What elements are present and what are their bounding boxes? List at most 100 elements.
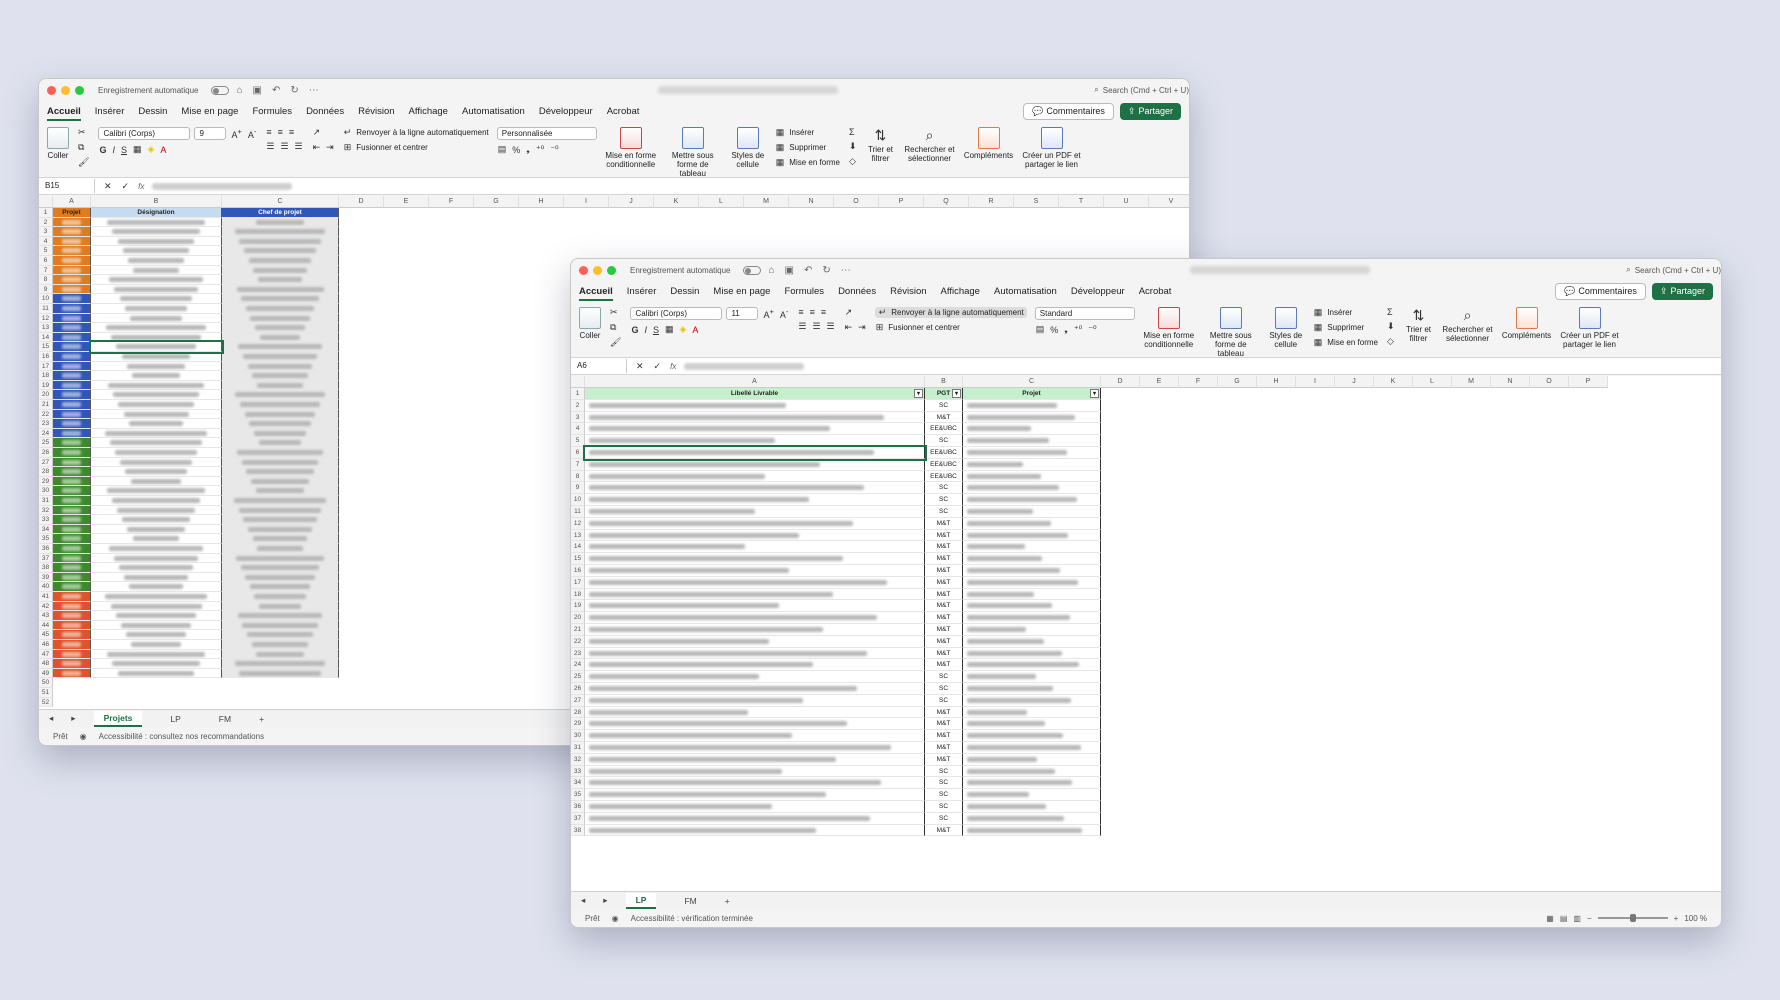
table-cell[interactable]	[585, 765, 925, 778]
table-cell[interactable]	[91, 352, 222, 362]
table-cell[interactable]	[53, 428, 91, 439]
table-cell[interactable]	[222, 649, 339, 660]
number-format-select[interactable]: Standard	[1034, 307, 1135, 320]
table-cell[interactable]	[91, 371, 222, 381]
table-cell[interactable]	[53, 563, 91, 573]
table-cell[interactable]	[585, 588, 925, 601]
row-number[interactable]: 21	[39, 400, 53, 410]
pgt-cell[interactable]: M&T	[925, 612, 963, 624]
tab-développeur[interactable]: Développeur	[539, 104, 593, 119]
table-cell[interactable]	[222, 611, 339, 621]
corner-cell[interactable]	[571, 376, 585, 388]
column-header-c[interactable]: C	[222, 196, 339, 208]
table-cell[interactable]	[53, 342, 91, 352]
table-cell[interactable]	[585, 435, 925, 447]
insert-cells-button[interactable]: ▦ Insérer	[1313, 307, 1378, 318]
paste-button[interactable]: Coller	[579, 307, 601, 340]
table-cell[interactable]	[91, 611, 222, 621]
table-cell[interactable]	[53, 323, 91, 333]
minimize-window-icon[interactable]	[593, 265, 602, 275]
bold-button[interactable]: G	[98, 145, 107, 155]
insert-cells-button[interactable]: ▦ Insérer	[775, 127, 840, 138]
table-cell[interactable]	[53, 505, 91, 516]
table-cell[interactable]	[53, 572, 91, 583]
align-left-icon[interactable]: ☰	[797, 321, 807, 332]
table-cell[interactable]	[222, 361, 339, 372]
column-header-l[interactable]: L	[1413, 376, 1452, 388]
column-header-o[interactable]: O	[1530, 376, 1569, 388]
zoom-out-icon[interactable]: −	[1587, 914, 1592, 923]
table-cell[interactable]	[53, 515, 91, 525]
column-header-b[interactable]: B	[91, 196, 222, 208]
table-cell[interactable]	[222, 265, 339, 276]
row-number[interactable]: 22	[39, 409, 53, 420]
share-button[interactable]: ⇪ Partager	[1651, 282, 1713, 300]
confirm-icon[interactable]: ✓	[121, 181, 131, 192]
table-cell[interactable]	[53, 611, 91, 621]
table-cell[interactable]	[91, 256, 222, 266]
next-sheet-icon[interactable]: ▸	[71, 713, 75, 724]
find-select-button[interactable]: ⌕ Rechercher et sélectionner	[1442, 307, 1494, 343]
table-cell[interactable]	[222, 457, 339, 468]
comments-button[interactable]: 💬 Commentaires	[1555, 282, 1646, 300]
row-number[interactable]: 23	[571, 647, 585, 660]
cell-styles-button[interactable]: Styles de cellule	[1267, 307, 1305, 349]
table-cell[interactable]	[53, 419, 91, 429]
align-right-icon[interactable]: ☰	[294, 141, 304, 152]
clear-icon[interactable]: ◇	[848, 156, 858, 167]
cancel-icon[interactable]: ✕	[635, 361, 645, 372]
table-cell[interactable]	[222, 515, 339, 525]
column-header-m[interactable]: M	[1452, 376, 1491, 388]
row-number[interactable]: 22	[571, 635, 585, 648]
pgt-cell[interactable]: SC	[925, 789, 963, 801]
row-number[interactable]: 47	[39, 649, 53, 660]
table-cell[interactable]	[53, 371, 91, 381]
column-header-n[interactable]: N	[1491, 376, 1530, 388]
pgt-cell[interactable]: M&T	[925, 517, 963, 530]
table-cell[interactable]	[963, 506, 1101, 518]
pgt-cell[interactable]: EE&UBC	[925, 470, 963, 483]
underline-button[interactable]: S	[652, 325, 660, 335]
table-cell[interactable]	[91, 390, 222, 400]
tab-données[interactable]: Données	[838, 284, 876, 299]
minimize-window-icon[interactable]	[61, 85, 70, 95]
row-number[interactable]: 32	[39, 505, 53, 516]
row-number[interactable]: 18	[39, 371, 53, 381]
sheet-tab-lp[interactable]: LP	[160, 712, 190, 726]
thousands-icon[interactable]: ❟	[525, 144, 531, 155]
table-cell[interactable]	[963, 694, 1101, 707]
font-size-select[interactable]: 9	[194, 127, 227, 140]
pgt-cell[interactable]: M&T	[925, 565, 963, 577]
prev-sheet-icon[interactable]: ◂	[49, 713, 53, 724]
row-number[interactable]: 2	[571, 399, 585, 412]
table-cell[interactable]	[53, 448, 91, 458]
table-cell[interactable]	[222, 313, 339, 324]
create-pdf-button[interactable]: Créer un PDF et partager le lien	[1022, 127, 1082, 169]
table-cell[interactable]	[963, 706, 1101, 719]
table-cell[interactable]	[585, 529, 925, 542]
pgt-cell[interactable]: M&T	[925, 541, 963, 554]
column-header-i[interactable]: I	[564, 196, 609, 208]
row-number[interactable]: 40	[39, 582, 53, 592]
table-cell[interactable]	[585, 718, 925, 731]
column-header-a[interactable]: A	[53, 196, 91, 208]
table-cell[interactable]	[91, 649, 222, 660]
row-number[interactable]: 50	[39, 678, 53, 688]
table-cell[interactable]	[53, 236, 91, 247]
borders-icon[interactable]: ▦	[132, 144, 143, 155]
format-cells-button[interactable]: ▦ Mise en forme	[775, 157, 840, 168]
tab-dessin[interactable]: Dessin	[138, 104, 167, 119]
table-cell[interactable]	[585, 647, 925, 660]
font-color-icon[interactable]: A	[691, 325, 699, 335]
table-cell[interactable]	[53, 582, 91, 592]
tab-données[interactable]: Données	[306, 104, 344, 119]
align-left-icon[interactable]: ☰	[265, 141, 275, 152]
table-cell[interactable]	[91, 476, 222, 487]
table-cell[interactable]	[963, 789, 1101, 801]
grow-font-icon[interactable]: A+	[230, 127, 242, 140]
column-header-f[interactable]: F	[1179, 376, 1218, 388]
row-number[interactable]: 11	[571, 506, 585, 518]
table-cell[interactable]	[53, 284, 91, 295]
row-number[interactable]: 20	[571, 612, 585, 624]
sheet-tab-fm[interactable]: FM	[209, 712, 241, 726]
